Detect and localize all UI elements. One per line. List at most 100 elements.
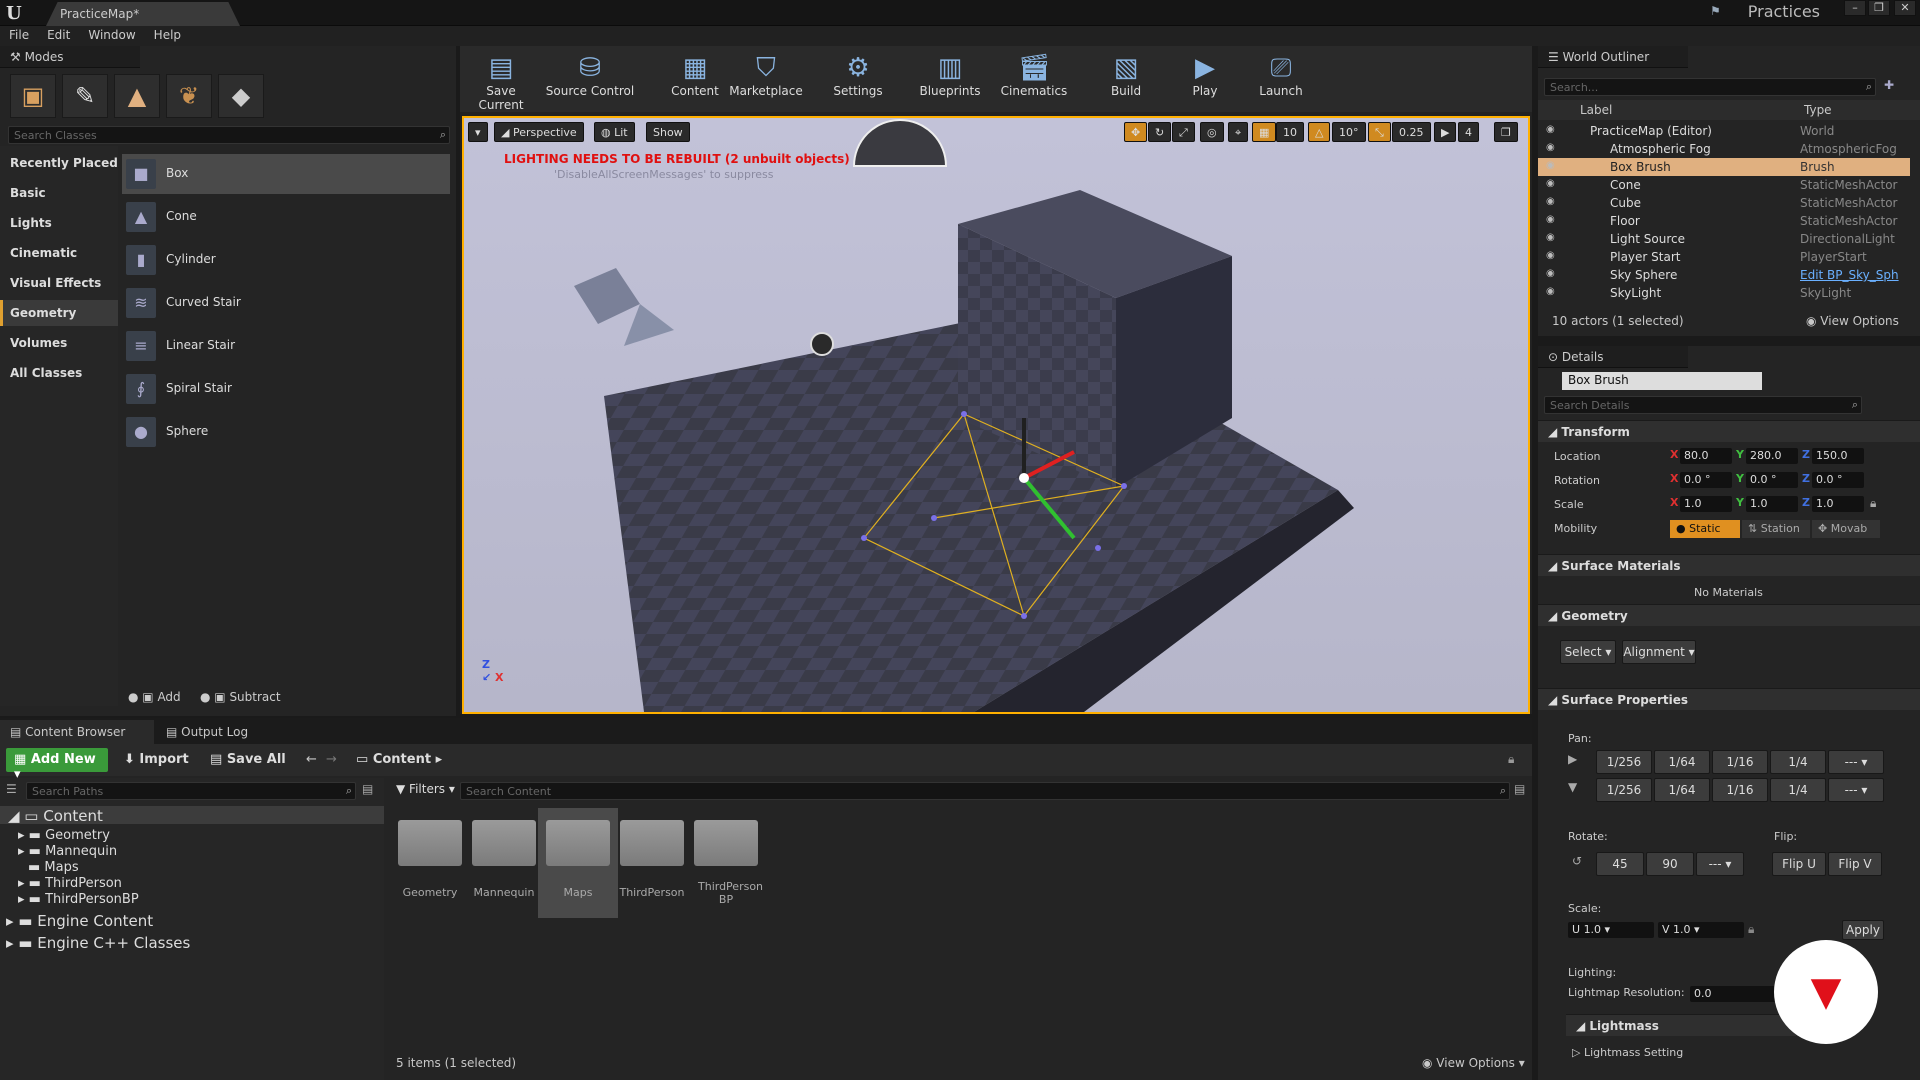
content-button[interactable]: ▦ Content — [666, 48, 724, 110]
rotation-snap-icon[interactable]: △ — [1308, 122, 1331, 142]
mobility-static[interactable]: ● Static — [1670, 520, 1740, 538]
scale-y-input[interactable]: 1.0 — [1746, 496, 1798, 512]
tree-item-content[interactable]: ◢ ▭ Content — [0, 806, 384, 825]
save-all-button[interactable]: ▤ Save All — [210, 752, 286, 767]
category-recently-placed[interactable]: Recently Placed — [10, 156, 118, 170]
lightmass-settings[interactable]: ▷ Lightmass Setting — [1572, 1046, 1683, 1059]
settings-button[interactable]: ⚙ Settings — [822, 48, 894, 110]
folder-mannequin[interactable]: Mannequin — [464, 808, 544, 918]
pan-u-1-256[interactable]: 1/256 — [1596, 750, 1652, 774]
build-button[interactable]: ▧ Build — [1094, 48, 1158, 110]
scale-label[interactable]: Scale — [1554, 498, 1584, 511]
u-scale-input[interactable]: U 1.0 ▾ — [1568, 922, 1654, 938]
content-view-options[interactable]: ◉ View Options ▾ — [1422, 1056, 1525, 1070]
outliner-row[interactable]: ◉ Cone StaticMeshActor — [1538, 176, 1910, 194]
place-mode-icon[interactable]: ▣ — [10, 74, 56, 118]
location-z-input[interactable]: 150.0 — [1812, 448, 1864, 464]
class-item-cone[interactable]: ▲ Cone — [122, 197, 450, 237]
v-scale-input[interactable]: V 1.0 ▾ — [1658, 922, 1744, 938]
blueprints-button[interactable]: ▥ Blueprints — [910, 48, 990, 110]
menu-file[interactable]: File — [0, 26, 38, 44]
subtract-radio[interactable]: ● ▣ Subtract — [200, 690, 281, 704]
eye-icon[interactable]: ◉ — [1546, 160, 1555, 171]
filters-button[interactable]: ▼ Filters ▾ — [396, 782, 455, 796]
rotate-tool-icon[interactable]: ↻ — [1148, 122, 1172, 142]
tree-item-geometry[interactable]: ▸ ▬ Geometry — [18, 828, 110, 843]
scale-snap-value[interactable]: 0.25 — [1392, 122, 1431, 142]
class-item-curved-stair[interactable]: ≋ Curved Stair — [122, 283, 450, 323]
play-button[interactable]: ▶ Play — [1176, 48, 1234, 110]
menu-edit[interactable]: Edit — [38, 26, 79, 44]
rotation-x-input[interactable]: 0.0 ° — [1680, 472, 1732, 488]
search-content-input[interactable]: Search Content ⌕ — [460, 782, 1510, 800]
class-item-sphere[interactable]: ● Sphere — [122, 412, 450, 452]
folder-geometry[interactable]: Geometry — [390, 808, 470, 918]
actor-name-field[interactable]: Box Brush — [1562, 372, 1762, 390]
eye-icon[interactable]: ◉ — [1546, 250, 1555, 261]
tree-item-thirdpersonbp[interactable]: ▸ ▬ ThirdPersonBP — [18, 892, 139, 907]
search-classes-input[interactable]: Search Classes ⌕ — [8, 126, 450, 144]
rotation-snap-value[interactable]: 10° — [1332, 122, 1366, 142]
grid-size-value[interactable]: 10 — [1276, 122, 1304, 142]
add-radio[interactable]: ● ▣ Add — [128, 690, 181, 704]
flip-v-button[interactable]: Flip V — [1828, 852, 1882, 876]
location-y-input[interactable]: 280.0 — [1746, 448, 1798, 464]
category-basic[interactable]: Basic — [10, 186, 46, 200]
rotation-z-input[interactable]: 0.0 ° — [1812, 472, 1864, 488]
tree-item-mannequin[interactable]: ▸ ▬ Mannequin — [18, 844, 117, 859]
outliner-row[interactable]: ◉ Player Start PlayerStart — [1538, 248, 1910, 266]
class-item-linear-stair[interactable]: ≡ Linear Stair — [122, 326, 450, 366]
camera-speed-value[interactable]: 4 — [1458, 122, 1479, 142]
col-label[interactable]: Label — [1580, 103, 1612, 117]
tree-item-engine-content[interactable]: ▸ ▬ Engine Content — [6, 912, 153, 930]
search-paths-input[interactable]: Search Paths ⌕ — [26, 782, 356, 800]
tree-item-thirdperson[interactable]: ▸ ▬ ThirdPerson — [18, 876, 122, 891]
location-label[interactable]: Location — [1554, 450, 1601, 463]
scale-x-input[interactable]: 1.0 — [1680, 496, 1732, 512]
close-button[interactable]: ✕ — [1894, 0, 1916, 16]
outliner-row[interactable]: ◉ PracticeMap (Editor) World — [1538, 122, 1910, 140]
eye-icon[interactable]: ◉ — [1546, 178, 1555, 189]
pan-u-1-64[interactable]: 1/64 — [1654, 750, 1710, 774]
cinematics-button[interactable]: 🎬︎ Cinematics — [994, 48, 1074, 110]
asset-options-icon[interactable]: ▤ — [1514, 782, 1525, 796]
translate-tool-icon[interactable]: ✥ — [1124, 122, 1148, 142]
eye-icon[interactable]: ◉ — [1546, 142, 1555, 153]
rotate-90-button[interactable]: 90 — [1646, 852, 1694, 876]
eye-icon[interactable]: ◉ — [1546, 196, 1555, 207]
details-search-input[interactable]: Search Details ⌕ — [1544, 396, 1862, 414]
rotate-custom[interactable]: --- ▾ — [1696, 852, 1744, 876]
outliner-row[interactable]: ◉ Light Source DirectionalLight — [1538, 230, 1910, 248]
category-lights[interactable]: Lights — [10, 216, 52, 230]
outliner-search-input[interactable]: Search... ⌕ — [1544, 78, 1876, 96]
lightmap-resolution-input[interactable]: 0.0 — [1690, 986, 1786, 1002]
outliner-row-selected[interactable]: ◉ Box Brush Brush — [1538, 158, 1910, 176]
section-surface-materials[interactable]: ◢ Surface Materials — [1538, 554, 1920, 576]
flip-u-button[interactable]: Flip U — [1772, 852, 1826, 876]
lock-icon[interactable]: 🔒︎ — [1508, 752, 1514, 767]
pan-u-1-16[interactable]: 1/16 — [1712, 750, 1768, 774]
pan-v-1-16[interactable]: 1/16 — [1712, 778, 1768, 802]
save-current-button[interactable]: ▤ Save Current — [464, 48, 538, 112]
mobility-stationary[interactable]: ⇅ Station — [1742, 520, 1810, 538]
class-item-box[interactable]: ■ Box — [122, 154, 450, 194]
perspective-button[interactable]: ◢ Perspective — [494, 122, 584, 142]
folder-thirdpersonbp[interactable]: ThirdPerson BP — [686, 808, 766, 918]
maximize-button[interactable]: ❐ — [1868, 0, 1890, 16]
forward-arrow-icon[interactable]: → — [326, 752, 337, 767]
eye-icon[interactable]: ◉ — [1546, 214, 1555, 225]
world-outliner-tab[interactable]: ☰ World Outliner — [1538, 46, 1688, 68]
apply-button[interactable]: Apply — [1842, 920, 1884, 940]
modes-tab[interactable]: ⚒ Modes — [0, 46, 140, 68]
pan-v-1-64[interactable]: 1/64 — [1654, 778, 1710, 802]
outliner-view-options[interactable]: ◉ View Options — [1806, 314, 1899, 328]
pan-v-1-4[interactable]: 1/4 — [1770, 778, 1826, 802]
landscape-mode-icon[interactable]: ▲ — [114, 74, 160, 118]
tree-options-icon[interactable]: ▤ — [362, 782, 373, 796]
category-cinematic[interactable]: Cinematic — [10, 246, 77, 260]
pan-v-1-256[interactable]: 1/256 — [1596, 778, 1652, 802]
grid-snap-icon[interactable]: ▦ — [1252, 122, 1277, 142]
location-x-input[interactable]: 80.0 — [1680, 448, 1732, 464]
outliner-row[interactable]: ◉ Cube StaticMeshActor — [1538, 194, 1910, 212]
foliage-mode-icon[interactable]: ❦ — [166, 74, 212, 118]
